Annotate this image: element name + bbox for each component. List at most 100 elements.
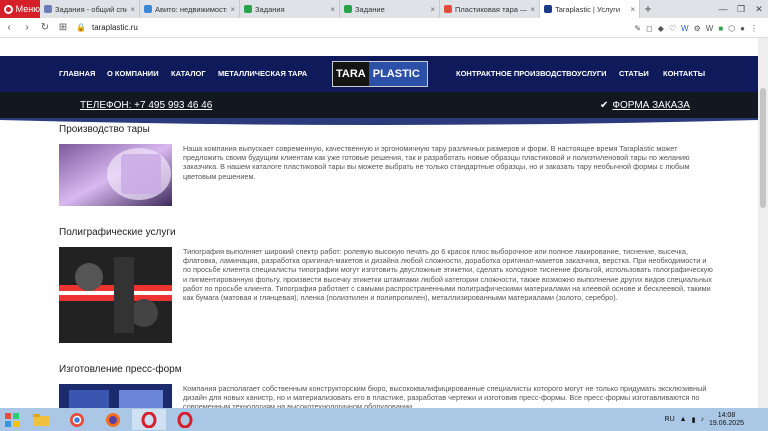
taskbar-explorer[interactable]: [24, 409, 58, 430]
menu-label: Меню: [15, 4, 40, 14]
tab-favicon-icon: [344, 5, 352, 13]
tab-title: Задания: [255, 4, 285, 14]
tab-title: Авито: недвижимость: [155, 4, 228, 14]
url-field[interactable]: taraplastic.ru: [92, 23, 138, 32]
folder-icon: [33, 413, 49, 426]
page-scrollbar[interactable]: [758, 38, 768, 408]
browser-menu-button[interactable]: Меню: [0, 0, 40, 18]
forward-icon[interactable]: ›: [18, 22, 36, 33]
contact-bar: ТЕЛЕФОН: +7 495 993 46 46 ✔ ФОРМА ЗАКАЗА: [0, 92, 758, 120]
shield-icon[interactable]: ◆: [658, 24, 664, 33]
speed-dial-icon[interactable]: ⊞: [54, 22, 72, 33]
camera-icon[interactable]: ◻: [646, 24, 653, 33]
tab-title: Пластиковая тара —: [455, 4, 528, 14]
nav-catalog[interactable]: КАТАЛОГ: [171, 69, 206, 78]
heart-icon[interactable]: ♡: [669, 24, 676, 33]
nav-contract[interactable]: КОНТРАКТНОЕ ПРОИЗВОДСТВО: [456, 69, 577, 78]
word-icon[interactable]: W: [681, 24, 689, 33]
tab-title: Taraplastic | Услуги: [555, 4, 621, 14]
tab-close-icon[interactable]: ×: [630, 5, 635, 14]
extensions-bar: ✎ ◻ ◆ ♡ W ⚙ W ■ ⬡ ● ⋮: [634, 18, 758, 38]
production-image: [59, 144, 172, 206]
section-text: Компания располагает собственным констру…: [183, 384, 707, 408]
scrollbar-thumb[interactable]: [760, 88, 766, 208]
minimize-icon[interactable]: —: [714, 0, 732, 18]
clock-time: 14:08: [717, 411, 736, 419]
wiki-icon[interactable]: W: [706, 24, 714, 33]
nav-metal-tara[interactable]: МЕТАЛЛИЧЕСКАЯ ТАРА: [218, 69, 307, 78]
browser-tab[interactable]: Задания ×: [240, 0, 340, 18]
browser-tab[interactable]: Авито: недвижимость ×: [140, 0, 240, 18]
lock-icon[interactable]: 🔒: [76, 23, 86, 32]
tab-bar: Меню Задания - общий спис × Авито: недвижи…: [0, 0, 768, 18]
logo-plastic: PLASTIC: [368, 62, 427, 86]
website: ГЛАВНАЯ О КОМПАНИИ КАТАЛОГ МЕТАЛЛИЧЕСКАЯ…: [0, 38, 758, 408]
windows-logo-icon: [5, 412, 19, 427]
logo-tara: TARA: [333, 62, 369, 86]
nav-about[interactable]: О КОМПАНИИ: [107, 69, 159, 78]
section-text: Типография выполняет широкий спектр рабо…: [183, 247, 713, 303]
cube-icon[interactable]: ⬡: [728, 24, 735, 33]
section-title: Изготовление пресс-форм: [59, 364, 182, 375]
browser-tab[interactable]: Пластиковая тара — ×: [440, 0, 540, 18]
language-indicator[interactable]: RU: [665, 416, 675, 423]
network-icon[interactable]: ▮: [692, 416, 696, 424]
opera-logo-icon: [4, 4, 13, 14]
system-tray: RU ▲ ▮ ♪ 14:08 19.06.2025: [665, 408, 744, 431]
tab-title: Задания - общий спис: [55, 4, 128, 14]
browser-tab[interactable]: Задание ×: [340, 0, 440, 18]
taskbar-opera-active[interactable]: [132, 409, 166, 430]
taskbar-firefox[interactable]: [96, 409, 130, 430]
chrome-icon: [70, 412, 84, 427]
volume-icon[interactable]: ♪: [700, 416, 704, 423]
clock-date: 19.06.2025: [708, 419, 744, 427]
section-text: Наша компания выпускает современную, кач…: [183, 144, 690, 181]
windows-taskbar: RU ▲ ▮ ♪ 14:08 19.06.2025: [0, 408, 768, 431]
nav-services[interactable]: УСЛУГИ: [577, 69, 606, 78]
order-form-link[interactable]: ✔ ФОРМА ЗАКАЗА: [600, 100, 690, 111]
phone-link[interactable]: ТЕЛЕФОН: +7 495 993 46 46: [80, 100, 212, 111]
green-ext-icon[interactable]: ■: [718, 24, 723, 33]
opera-icon: [141, 411, 157, 428]
back-icon[interactable]: ‹: [0, 22, 18, 33]
new-tab-button[interactable]: +: [640, 0, 656, 18]
check-icon: ✔: [600, 100, 609, 111]
address-bar: ‹ › ↻ ⊞ 🔒 taraplastic.ru ✎ ◻ ◆ ♡ W ⚙ W ■…: [0, 18, 768, 38]
tab-favicon-icon: [144, 5, 152, 13]
tab-close-icon[interactable]: ×: [230, 5, 235, 14]
tab-close-icon[interactable]: ×: [130, 5, 135, 14]
tray-up-icon[interactable]: ▲: [680, 416, 687, 423]
tab-favicon-icon: [444, 5, 452, 13]
tab-close-icon[interactable]: ×: [330, 5, 335, 14]
opera-icon: [177, 411, 193, 428]
more-icon[interactable]: ⋮: [750, 24, 758, 33]
tab-favicon-icon: [44, 5, 52, 13]
firefox-icon: [106, 412, 120, 427]
close-window-icon[interactable]: ✕: [750, 0, 768, 18]
site-navigation: ГЛАВНАЯ О КОМПАНИИ КАТАЛОГ МЕТАЛЛИЧЕСКАЯ…: [0, 56, 758, 92]
tab-close-icon[interactable]: ×: [430, 5, 435, 14]
browser-tab[interactable]: Задания - общий спис ×: [40, 0, 140, 18]
nav-articles[interactable]: СТАТЬИ: [619, 69, 649, 78]
gear-icon[interactable]: ⚙: [694, 24, 701, 33]
tab-favicon-icon: [544, 5, 552, 13]
start-button[interactable]: [0, 408, 24, 431]
molds-image: [59, 384, 172, 408]
user-icon[interactable]: ●: [740, 24, 745, 33]
tab-close-icon[interactable]: ×: [530, 5, 535, 14]
section-title: Полиграфические услуги: [59, 227, 176, 238]
tab-title: Задание: [355, 4, 385, 14]
reload-icon[interactable]: ↻: [36, 22, 54, 33]
taskbar-opera[interactable]: [168, 409, 202, 430]
clock[interactable]: 14:08 19.06.2025: [709, 412, 744, 428]
nav-home[interactable]: ГЛАВНАЯ: [59, 69, 95, 78]
printing-image: [59, 247, 172, 343]
browser-tab[interactable]: Taraplastic | Услуги ×: [540, 0, 640, 18]
taskbar-chrome[interactable]: [60, 409, 94, 430]
site-logo[interactable]: TARA PLASTIC: [332, 61, 428, 87]
maximize-icon[interactable]: ❐: [732, 0, 750, 18]
edit-icon[interactable]: ✎: [634, 24, 641, 33]
nav-contacts[interactable]: КОНТАКТЫ: [663, 69, 705, 78]
section-title: Производство тары: [59, 124, 150, 135]
tab-favicon-icon: [244, 5, 252, 13]
